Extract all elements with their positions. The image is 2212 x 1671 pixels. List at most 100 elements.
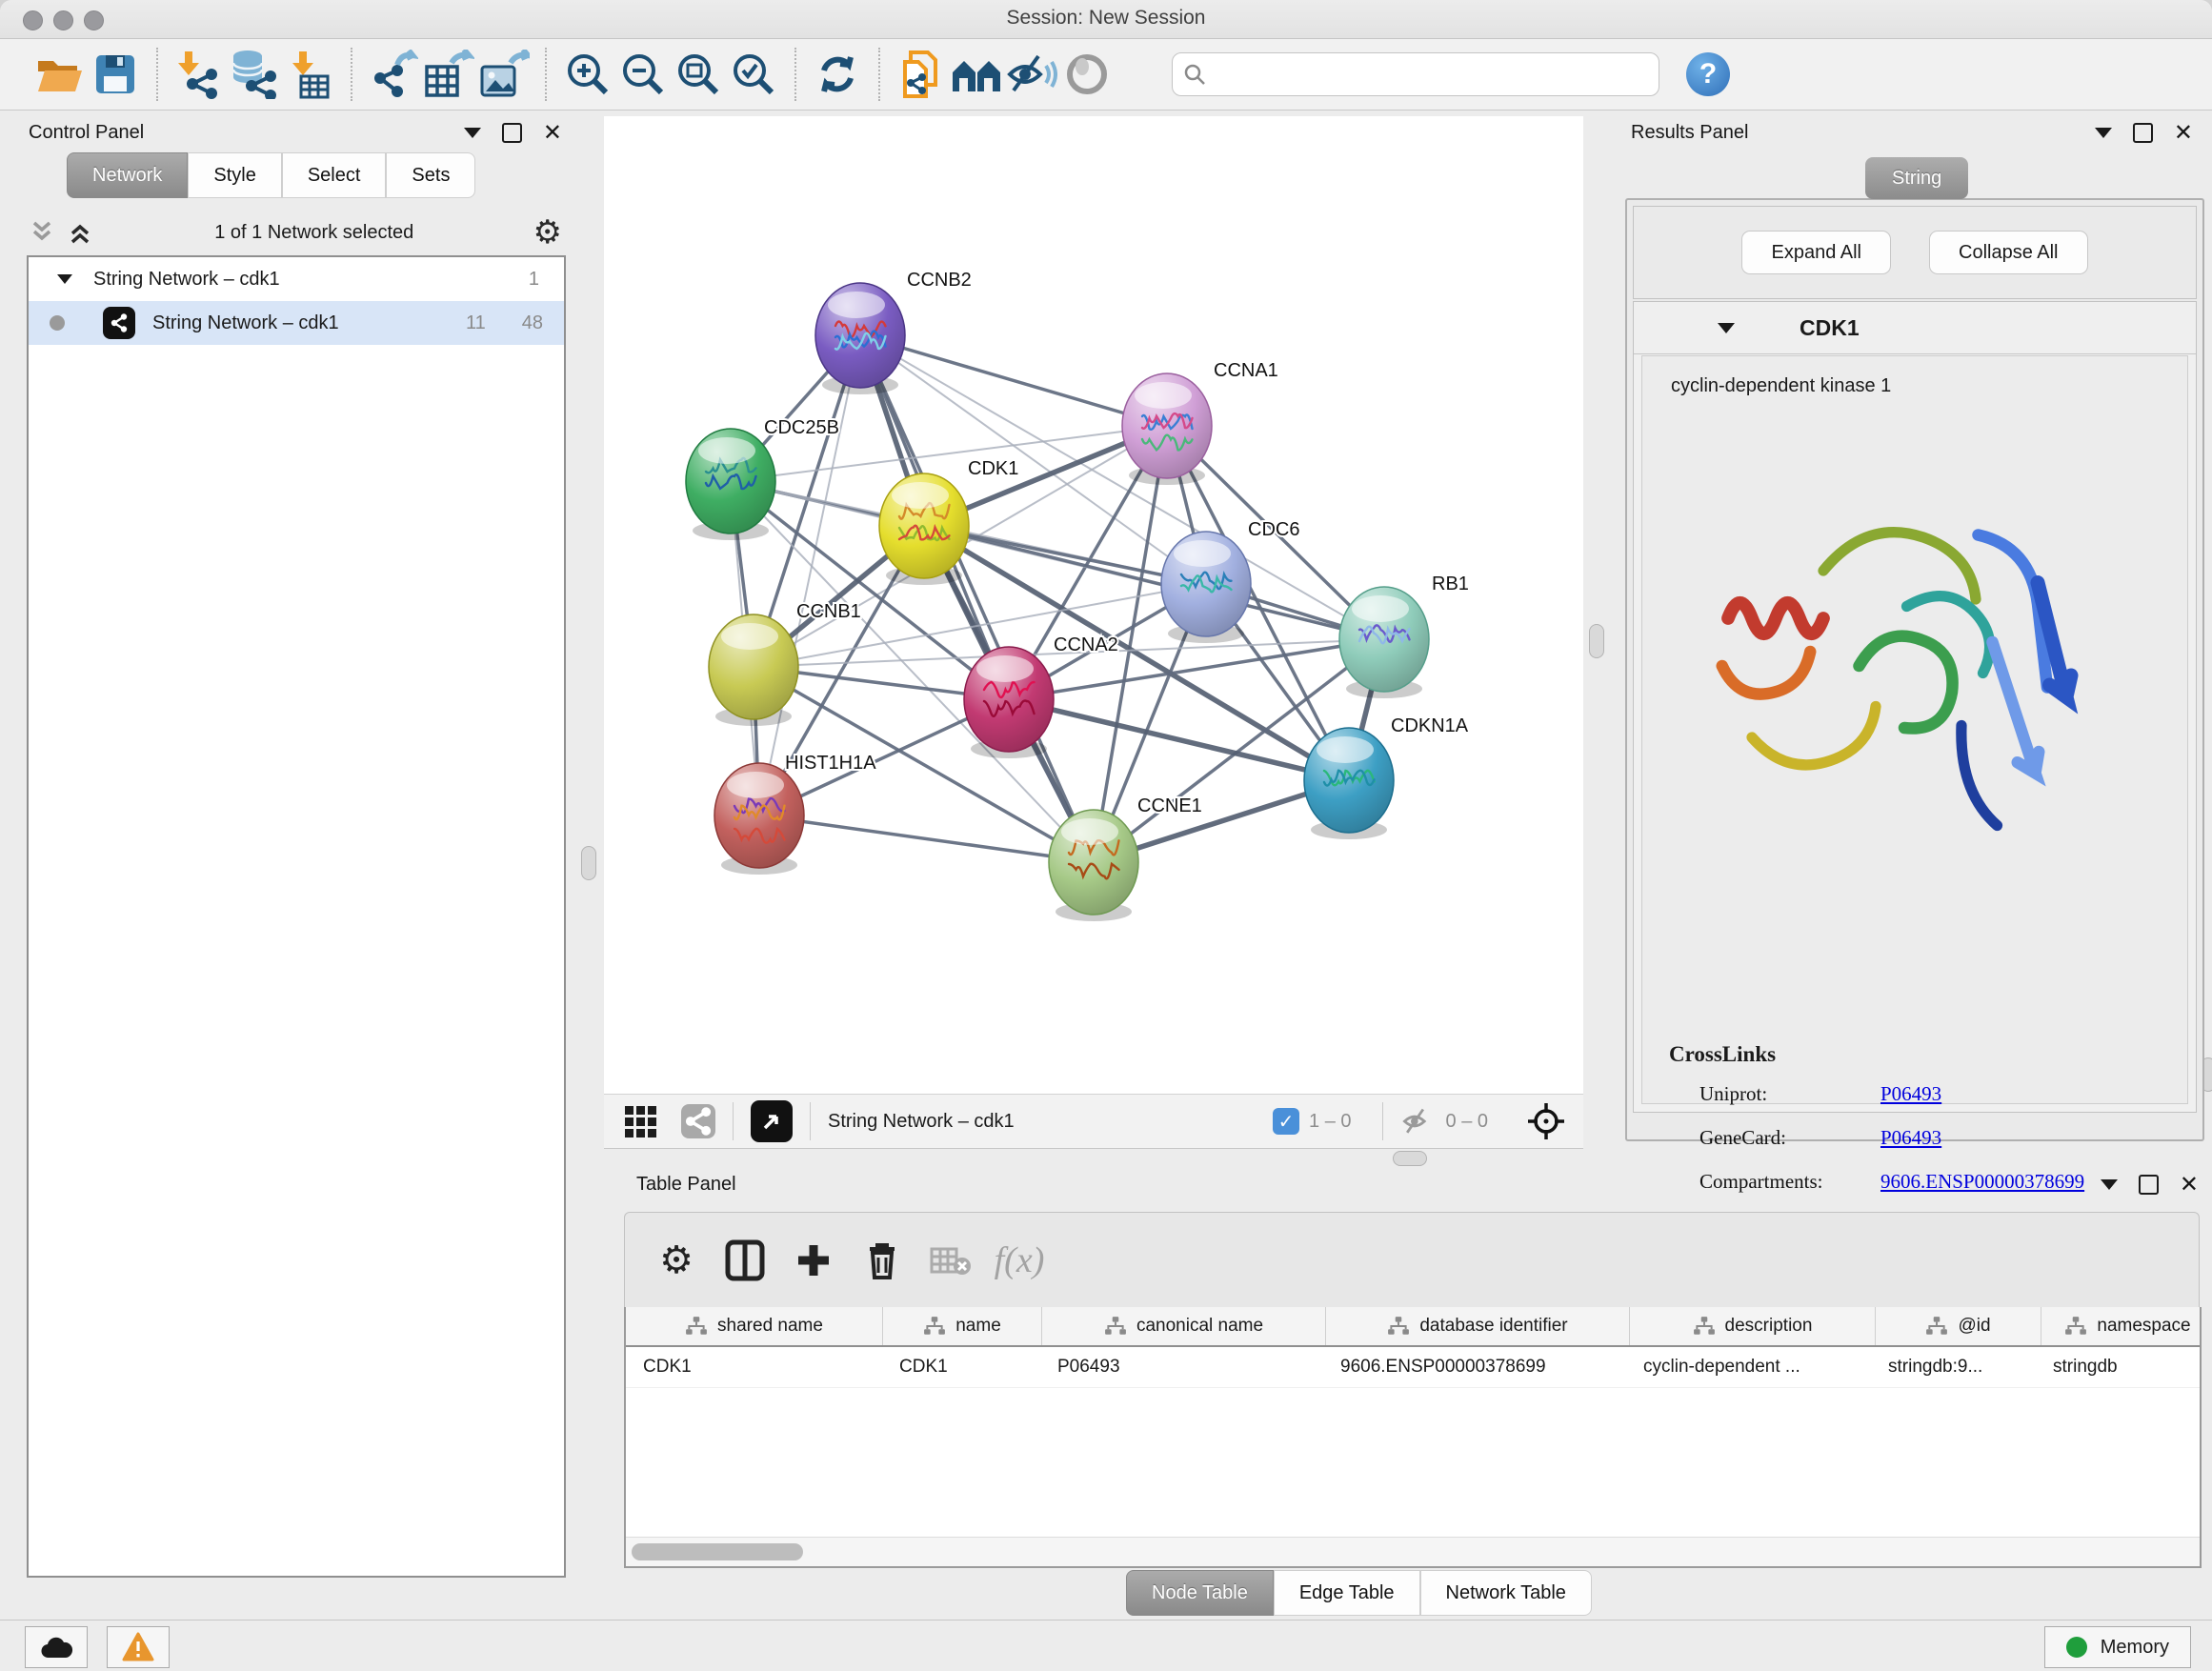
node-table[interactable]: shared namenamecanonical namedatabase id…	[624, 1307, 2202, 1568]
table-panel-maximize-icon[interactable]	[2139, 1175, 2159, 1195]
export-table-button[interactable]	[421, 47, 476, 102]
open-session-button[interactable]	[32, 47, 88, 102]
help-button[interactable]: ?	[1686, 52, 1730, 96]
table-panel-float-icon[interactable]	[2101, 1179, 2118, 1190]
collapse-all-chevron-icon[interactable]	[29, 219, 57, 246]
network-options-gear-icon[interactable]: ⚙	[533, 216, 562, 249]
protein-structure-image	[1680, 423, 2157, 956]
network-collection-row[interactable]: String Network – cdk1 1	[29, 257, 564, 301]
control-panel-maximize-icon[interactable]	[502, 123, 522, 143]
save-session-button[interactable]	[88, 47, 143, 102]
tab-node-table[interactable]: Node Table	[1126, 1570, 1274, 1616]
apply-layout-button[interactable]	[810, 47, 865, 102]
clone-network-button[interactable]	[894, 47, 949, 102]
zoom-fit-button[interactable]	[671, 47, 726, 102]
column-header-namespace[interactable]: namespace	[2041, 1307, 2202, 1345]
collapse-all-button[interactable]: Collapse All	[1929, 231, 2088, 274]
tab-string[interactable]: String	[1865, 157, 1968, 199]
node-label-CDKN1A: CDKN1A	[1391, 715, 1469, 736]
table-panel-close-icon[interactable]: ✕	[2180, 1177, 2199, 1193]
network-node-CDK1[interactable]	[879, 473, 969, 578]
cloud-status-button[interactable]	[25, 1626, 88, 1668]
zoom-selected-button[interactable]	[726, 47, 781, 102]
results-panel-close-icon[interactable]: ✕	[2174, 125, 2193, 141]
perspective-button[interactable]	[1059, 47, 1115, 102]
function-builder-button[interactable]: f(x)	[985, 1230, 1054, 1291]
warnings-button[interactable]	[107, 1626, 170, 1668]
gene-section-header[interactable]: CDK1	[1634, 302, 2196, 354]
import-network-database-button[interactable]	[227, 47, 282, 102]
scrollbar-thumb[interactable]	[632, 1543, 803, 1560]
tab-network-table[interactable]: Network Table	[1420, 1570, 1592, 1616]
import-table-button[interactable]	[282, 47, 337, 102]
selected-checkbox-icon[interactable]: ✓	[1273, 1108, 1299, 1135]
search-input[interactable]	[1207, 63, 1611, 86]
network-row[interactable]: String Network – cdk1 11 48	[29, 301, 564, 345]
delete-column-button[interactable]	[848, 1230, 916, 1291]
network-node-RB1[interactable]	[1339, 587, 1429, 692]
network-node-HIST1H1A[interactable]	[714, 763, 804, 868]
tab-style[interactable]: Style	[188, 152, 281, 198]
expand-all-chevron-icon[interactable]	[67, 219, 95, 246]
import-network-file-button[interactable]	[171, 47, 227, 102]
network-node-CCNB1[interactable]	[709, 614, 798, 719]
memory-button[interactable]: Memory	[2044, 1626, 2191, 1668]
create-column-button[interactable]	[779, 1230, 848, 1291]
clone-network-icon	[897, 49, 945, 100]
control-panel-close-icon[interactable]: ✕	[543, 125, 562, 141]
share-view-icon[interactable]	[681, 1104, 715, 1138]
column-header-databaseidentifier[interactable]: database identifier	[1326, 1307, 1630, 1345]
gene-collapse-icon[interactable]	[1718, 323, 1735, 333]
column-header-id[interactable]: @id	[1876, 1307, 2041, 1345]
column-header-canonicalname[interactable]: canonical name	[1042, 1307, 1326, 1345]
string-home-button[interactable]	[949, 47, 1004, 102]
grid-view-icon[interactable]	[625, 1106, 656, 1137]
splitter-handle[interactable]	[1393, 1151, 1427, 1166]
delete-table-button[interactable]	[916, 1230, 985, 1291]
zoom-in-button[interactable]	[560, 47, 615, 102]
network-node-CCNB2[interactable]	[815, 283, 905, 388]
network-edge[interactable]	[759, 815, 1094, 862]
toolbar-separator	[545, 48, 547, 101]
hide-glass-button[interactable]	[1004, 47, 1059, 102]
table-row[interactable]: CDK1CDK1P064939606.ENSP00000378699cyclin…	[626, 1347, 2200, 1388]
tab-edge-table[interactable]: Edge Table	[1274, 1570, 1420, 1616]
network-canvas[interactable]: CCNB2CCNA1CDC25BCDK1CDC6RB1CCNB1CCNA2CDK…	[604, 116, 1583, 1094]
tab-sets[interactable]: Sets	[386, 152, 475, 198]
network-edge[interactable]	[759, 335, 860, 815]
splitter-handle[interactable]	[581, 846, 596, 880]
network-node-CDC25B[interactable]	[686, 429, 775, 534]
birds-eye-view-button[interactable]	[751, 1100, 793, 1142]
crosslink-link[interactable]: P06493	[1880, 1126, 1941, 1164]
control-panel-float-icon[interactable]	[464, 128, 481, 138]
node-label-CCNA2: CCNA2	[1054, 634, 1118, 655]
table-options-button[interactable]: ⚙	[642, 1230, 711, 1291]
zoom-out-button[interactable]	[615, 47, 671, 102]
crosshair-icon[interactable]	[1526, 1101, 1566, 1141]
tab-network[interactable]: Network	[67, 152, 188, 198]
column-header-name[interactable]: name	[883, 1307, 1042, 1345]
results-panel-float-icon[interactable]	[2095, 128, 2112, 138]
network-node-CCNE1[interactable]	[1049, 810, 1138, 915]
selected-node-edge-count: 1 – 0	[1309, 1111, 1351, 1133]
results-panel-maximize-icon[interactable]	[2133, 123, 2153, 143]
export-image-button[interactable]	[476, 47, 532, 102]
export-network-button[interactable]	[366, 47, 421, 102]
show-columns-button[interactable]	[711, 1230, 779, 1291]
crosslink-link[interactable]: P06493	[1880, 1082, 1941, 1120]
column-header-description[interactable]: description	[1630, 1307, 1876, 1345]
network-node-CDKN1A[interactable]	[1304, 728, 1394, 833]
collection-expand-icon[interactable]	[57, 274, 72, 284]
network-node-CDC6[interactable]	[1161, 532, 1251, 636]
splitter-handle[interactable]	[1589, 624, 1604, 658]
column-header-sharedname[interactable]: shared name	[626, 1307, 883, 1345]
expand-all-button[interactable]: Expand All	[1741, 231, 1891, 274]
network-edge[interactable]	[860, 335, 1167, 426]
network-node-CCNA2[interactable]	[964, 647, 1054, 752]
table-horizontal-scrollbar[interactable]	[626, 1537, 2200, 1566]
tab-select[interactable]: Select	[282, 152, 387, 198]
hidden-eye-slash-icon[interactable]	[1400, 1106, 1437, 1137]
network-node-CCNA1[interactable]	[1122, 373, 1212, 478]
network-graph[interactable]: CCNB2CCNA1CDC25BCDK1CDC6RB1CCNB1CCNA2CDK…	[604, 116, 1583, 1094]
network-edge[interactable]	[860, 335, 1094, 862]
